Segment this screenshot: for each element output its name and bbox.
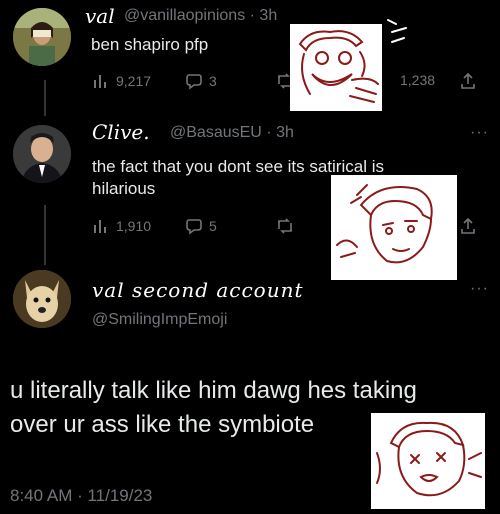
analytics-icon xyxy=(94,220,106,233)
retweet-icon xyxy=(278,218,292,234)
views-button[interactable]: 9,217 xyxy=(92,72,151,90)
more-options-button[interactable]: ··· xyxy=(470,124,489,142)
tweet-text: u literally talk like him dawg hes takin… xyxy=(10,374,417,442)
tweet-text-line: u literally talk like him dawg hes takin… xyxy=(10,377,417,404)
thread-line xyxy=(44,205,46,265)
tweet-text: ben shapiro pfp xyxy=(91,35,209,54)
doodle-sketch-3 xyxy=(371,413,485,509)
avatar[interactable] xyxy=(13,125,71,183)
reply-button[interactable]: 5 xyxy=(185,217,217,235)
avatar[interactable] xyxy=(13,8,71,66)
author-handle[interactable]: @vanillaopinions · 3h xyxy=(124,7,277,25)
thread-line xyxy=(44,80,46,116)
post-time: · 3h xyxy=(266,124,294,141)
post-time: · 3h xyxy=(249,7,278,24)
share-button[interactable] xyxy=(459,72,477,90)
handle-text: @vanillaopinions xyxy=(124,7,246,24)
retweet-button[interactable] xyxy=(276,217,294,235)
reply-icon xyxy=(186,219,202,235)
doodle-sketch-1 xyxy=(290,24,382,111)
avatar[interactable] xyxy=(13,270,71,328)
like-count: 1,238 xyxy=(400,72,436,88)
share-icon xyxy=(461,217,475,234)
emphasis-marks xyxy=(382,14,416,53)
share-button[interactable] xyxy=(459,217,477,235)
author-handle[interactable]: @SmilingImpEmoji xyxy=(92,311,227,329)
handle-text: @BasausEU xyxy=(170,124,262,141)
reply-icon xyxy=(186,74,202,90)
share-icon xyxy=(461,72,475,89)
more-options-button[interactable]: ··· xyxy=(470,280,489,298)
doodle-sketch-2 xyxy=(331,175,457,280)
views-count: 1,910 xyxy=(116,218,152,234)
author-name[interactable]: val xyxy=(85,4,115,28)
views-count: 9,217 xyxy=(116,73,152,89)
analytics-icon xyxy=(94,75,106,88)
views-button[interactable]: 1,910 xyxy=(92,217,151,235)
tweet-timestamp[interactable]: 8:40 AM · 11/19/23 xyxy=(10,486,152,506)
author-handle[interactable]: @BasausEU · 3h xyxy=(170,124,294,142)
reply-count: 3 xyxy=(209,73,217,89)
reply-button[interactable]: 3 xyxy=(185,72,217,90)
tweet-text-line: over ur ass like the symbiote xyxy=(10,411,315,438)
author-name[interactable]: val second account xyxy=(92,278,304,302)
reply-count: 5 xyxy=(209,218,217,234)
author-name[interactable]: Clive. xyxy=(92,120,150,144)
like-button[interactable]: 1,238 xyxy=(400,72,435,88)
